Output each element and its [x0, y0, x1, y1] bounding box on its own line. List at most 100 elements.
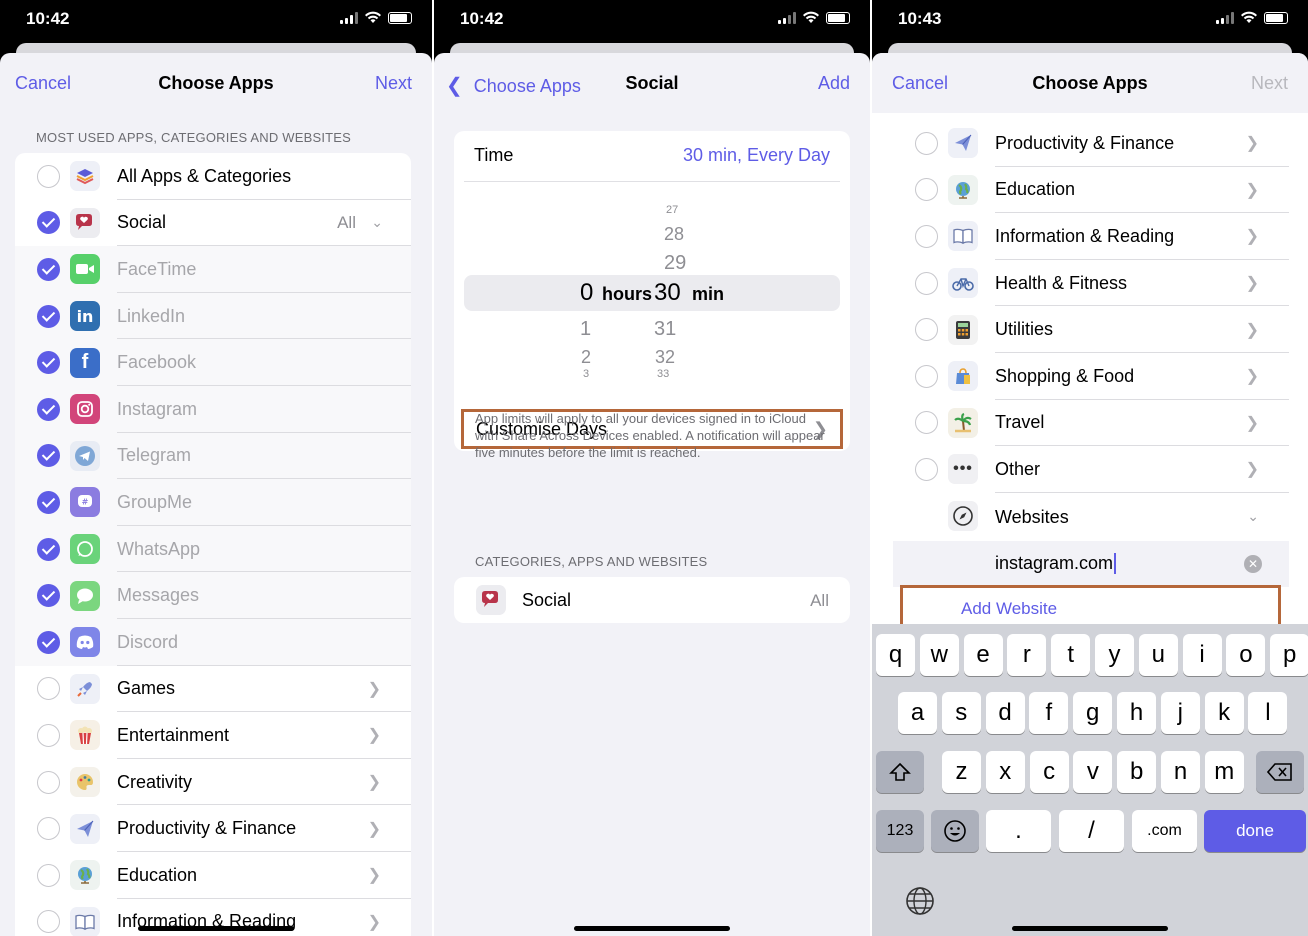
period-key[interactable]: . — [986, 810, 1051, 852]
back-button[interactable]: ❮ Choose Apps — [446, 73, 581, 98]
chevron-down-icon[interactable]: ⌄ — [371, 214, 383, 231]
app-row-discord[interactable]: Discord — [15, 618, 411, 666]
category-row-information-reading[interactable]: Information & Reading ❯ — [893, 213, 1289, 260]
key-d[interactable]: d — [985, 692, 1025, 734]
empty-circle-icon[interactable] — [37, 910, 60, 934]
cancel-button[interactable]: Cancel — [15, 73, 71, 94]
checkmark-circle-icon[interactable] — [37, 490, 60, 514]
clear-text-icon[interactable]: ✕ — [1244, 555, 1262, 573]
empty-circle-icon[interactable] — [915, 224, 938, 248]
nav-bar: Choose Apps Cancel Next — [0, 53, 432, 113]
key-f[interactable]: f — [1029, 692, 1069, 734]
empty-circle-icon[interactable] — [915, 364, 938, 388]
category-row-shopping-food[interactable]: Shopping & Food ❯ — [893, 353, 1289, 400]
checkmark-circle-icon[interactable] — [37, 351, 60, 375]
empty-circle-icon[interactable] — [915, 178, 938, 202]
key-r[interactable]: r — [1007, 634, 1047, 676]
picker-min-unit: min — [692, 284, 725, 304]
key-g[interactable]: g — [1073, 692, 1113, 734]
app-row-groupme[interactable]: # GroupMe — [15, 479, 411, 526]
add-button[interactable]: Add — [818, 73, 850, 94]
key-k[interactable]: k — [1204, 692, 1244, 734]
key-y[interactable]: y — [1095, 634, 1134, 676]
category-row-utilities[interactable]: Utilities ❯ — [893, 306, 1289, 353]
key-u[interactable]: u — [1138, 634, 1178, 676]
duration-picker[interactable]: 27 28 29 0 hours 30 min 1 2 3 31 32 33 — [464, 181, 840, 406]
key-c[interactable]: c — [1029, 751, 1069, 793]
globe-icon[interactable] — [905, 886, 935, 921]
empty-circle-icon[interactable] — [37, 164, 60, 188]
app-row-productivity-finance[interactable]: Productivity & Finance ❯ — [15, 805, 411, 852]
key-j[interactable]: j — [1160, 692, 1200, 734]
empty-circle-icon[interactable] — [915, 457, 938, 481]
app-row-instagram[interactable]: Instagram — [15, 385, 411, 433]
category-row-health-fitness[interactable]: Health & Fitness ❯ — [893, 260, 1289, 307]
empty-circle-icon[interactable] — [915, 271, 938, 295]
next-button[interactable]: Next — [375, 73, 412, 94]
category-row-productivity-finance[interactable]: Productivity & Finance ❯ — [893, 120, 1289, 167]
time-row[interactable]: Time 30 min, Every Day — [474, 145, 830, 166]
category-row-other[interactable]: ••• Other ❯ — [893, 446, 1289, 493]
numbers-key[interactable]: 123 — [876, 810, 924, 852]
key-l[interactable]: l — [1248, 692, 1288, 734]
app-row-messages[interactable]: Messages — [15, 572, 411, 619]
checkmark-circle-icon[interactable] — [37, 211, 60, 235]
key-a[interactable]: a — [898, 692, 937, 734]
empty-circle-icon[interactable] — [37, 863, 60, 887]
backspace-key[interactable] — [1256, 751, 1304, 793]
checkmark-circle-icon[interactable] — [37, 397, 60, 421]
key-v[interactable]: v — [1073, 751, 1113, 793]
checkmark-circle-icon[interactable] — [37, 537, 60, 561]
app-row-social[interactable]: Social All ⌄ — [15, 200, 411, 247]
key-b[interactable]: b — [1117, 751, 1157, 793]
key-n[interactable]: n — [1161, 751, 1200, 793]
key-x[interactable]: x — [985, 751, 1025, 793]
app-row-entertainment[interactable]: Entertainment ❯ — [15, 712, 411, 759]
app-row-games[interactable]: Games ❯ — [15, 666, 411, 713]
checkmark-circle-icon[interactable] — [37, 630, 60, 654]
key-q[interactable]: q — [876, 634, 915, 676]
key-h[interactable]: h — [1117, 692, 1156, 734]
app-row-linkedin[interactable]: in LinkedIn — [15, 292, 411, 340]
key-i[interactable]: i — [1182, 634, 1222, 676]
app-row-whatsapp[interactable]: WhatsApp — [15, 525, 411, 573]
next-button[interactable]: Next — [1251, 73, 1288, 94]
done-key[interactable]: done — [1204, 810, 1306, 852]
empty-circle-icon[interactable] — [915, 411, 938, 435]
empty-circle-icon[interactable] — [37, 677, 60, 701]
checkmark-circle-icon[interactable] — [37, 257, 60, 281]
app-row-education[interactable]: Education ❯ — [15, 852, 411, 899]
checkmark-circle-icon[interactable] — [37, 444, 60, 468]
slash-key[interactable]: / — [1059, 810, 1124, 852]
key-e[interactable]: e — [963, 634, 1003, 676]
empty-circle-icon[interactable] — [37, 817, 60, 841]
checkmark-circle-icon[interactable] — [37, 584, 60, 608]
category-row-travel[interactable]: Travel ❯ — [893, 400, 1289, 447]
social-card[interactable]: Social All — [454, 577, 850, 623]
website-input[interactable]: instagram.com — [995, 553, 1117, 574]
app-row-telegram[interactable]: Telegram — [15, 432, 411, 480]
dotcom-key[interactable]: .com — [1132, 810, 1197, 852]
key-w[interactable]: w — [919, 634, 959, 676]
key-s[interactable]: s — [941, 692, 981, 734]
key-o[interactable]: o — [1226, 634, 1266, 676]
app-row-creativity[interactable]: Creativity ❯ — [15, 759, 411, 806]
app-row-facebook[interactable]: f Facebook — [15, 339, 411, 386]
emoji-key[interactable] — [931, 810, 979, 852]
category-row-education[interactable]: Education ❯ — [893, 167, 1289, 214]
key-p[interactable]: p — [1270, 634, 1308, 676]
stack-icon — [70, 161, 100, 192]
app-row-all-apps-categories[interactable]: All Apps & Categories — [15, 153, 411, 200]
empty-circle-icon[interactable] — [915, 131, 938, 155]
app-row-facetime[interactable]: FaceTime — [15, 246, 411, 293]
cancel-button[interactable]: Cancel — [892, 73, 948, 94]
websites-row[interactable]: Websites ⌄ — [893, 493, 1289, 540]
shift-key[interactable] — [876, 751, 924, 793]
empty-circle-icon[interactable] — [37, 770, 60, 794]
key-z[interactable]: z — [942, 751, 981, 793]
checkmark-circle-icon[interactable] — [37, 304, 60, 328]
empty-circle-icon[interactable] — [915, 318, 938, 342]
key-m[interactable]: m — [1204, 751, 1244, 793]
empty-circle-icon[interactable] — [37, 723, 60, 747]
key-t[interactable]: t — [1051, 634, 1091, 676]
